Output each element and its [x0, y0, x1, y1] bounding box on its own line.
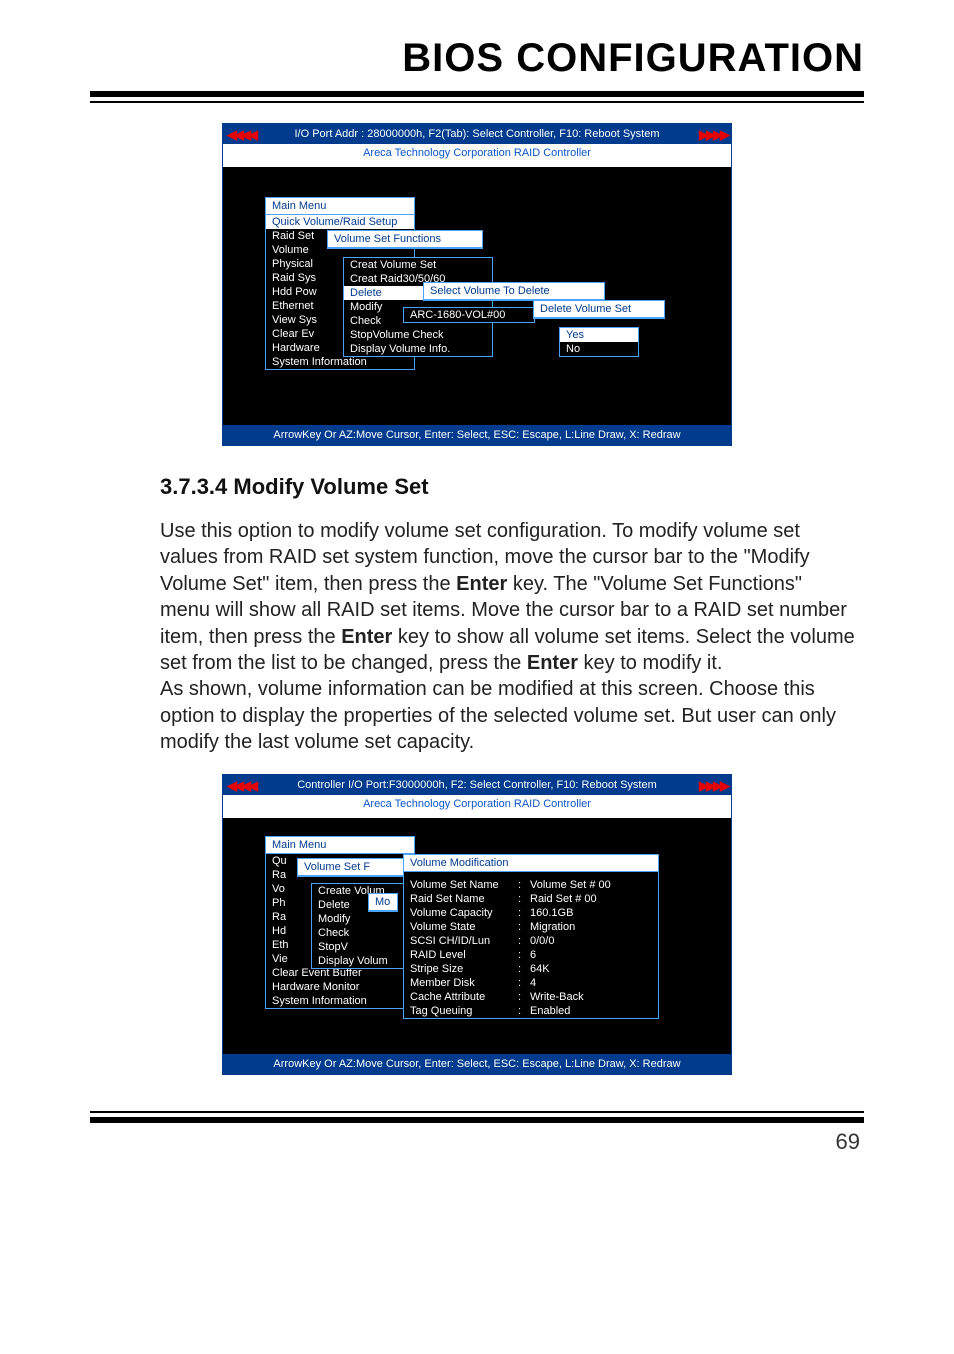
kv-value: Volume Set # 00: [530, 879, 611, 891]
delete-volume-window: Delete Volume Set: [533, 300, 665, 319]
vsf-list-window: Create Volum Delete Modify Check StopV D…: [311, 883, 417, 969]
page-title: BIOS CONFIGURATION: [90, 30, 864, 89]
menu-item[interactable]: Quick Volume/Raid Setup: [266, 215, 414, 229]
kv-key: Member Disk: [410, 977, 518, 989]
enter-key: Enter: [341, 626, 392, 648]
kv-row: Volume Set Name:Volume Set # 00: [404, 878, 658, 892]
topbar-text: I/O Port Addr : 28000000h, F2(Tab): Sele…: [294, 128, 659, 140]
enter-key: Enter: [456, 573, 507, 595]
menu-item[interactable]: StopV: [312, 940, 416, 954]
mo-title: Mo: [369, 894, 397, 911]
text: key to modify it.: [578, 652, 723, 674]
vsf-title: Volume Set Functions: [328, 231, 482, 248]
footer-rule-thin: [90, 1111, 864, 1113]
kv-value: 6: [530, 949, 536, 961]
arrow-right-icon: ▶▶▶▶: [699, 778, 727, 794]
kv-row: Tag Queuing:Enabled: [404, 1004, 658, 1018]
select-volume-window: Select Volume To Delete: [423, 282, 605, 301]
screenshot-subtitle: Areca Technology Corporation RAID Contro…: [223, 795, 731, 818]
menu-item[interactable]: Modify: [312, 912, 416, 926]
kv-key: Volume State: [410, 921, 518, 933]
rule-thin: [90, 101, 864, 103]
menu-item[interactable]: System Information: [266, 355, 414, 369]
main-menu-title: Main Menu: [266, 198, 414, 215]
kv-value: Write-Back: [530, 991, 584, 1003]
confirm-window: Yes No: [559, 327, 639, 357]
arrow-left-icon: ◀◀◀◀: [227, 127, 255, 143]
kv-key: SCSI CH/ID/Lun: [410, 935, 518, 947]
kv-value: 160.1GB: [530, 907, 573, 919]
vsf-title: Volume Set F: [298, 859, 406, 876]
menu-item[interactable]: Display Volum: [312, 954, 416, 968]
kv-row: Raid Set Name:Raid Set # 00: [404, 892, 658, 906]
menu-item[interactable]: Create Volum: [312, 884, 416, 898]
menu-item[interactable]: Check: [312, 926, 416, 940]
menu-item[interactable]: Delete: [312, 898, 416, 912]
volume-set-functions-window: Volume Set F: [297, 858, 407, 877]
menu-item[interactable]: Creat Volume Set: [344, 258, 492, 272]
delete-volume-title: Delete Volume Set: [534, 301, 664, 318]
volume-item-window: ARC-1680-VOL#00: [403, 307, 535, 323]
kv-row: Member Disk:4: [404, 976, 658, 990]
menu-item[interactable]: Hardware Monitor: [266, 980, 414, 994]
kv-key: RAID Level: [410, 949, 518, 961]
body-paragraph-2: As shown, volume information can be modi…: [160, 676, 856, 755]
kv-key: Tag Queuing: [410, 1005, 518, 1017]
screenshot-subtitle: Areca Technology Corporation RAID Contro…: [223, 144, 731, 167]
kv-value: 4: [530, 977, 536, 989]
kv-key: Stripe Size: [410, 963, 518, 975]
kv-row: Volume Capacity:160.1GB: [404, 906, 658, 920]
screenshot-footer: ArrowKey Or AZ:Move Cursor, Enter: Selec…: [223, 425, 731, 445]
menu-item[interactable]: StopVolume Check: [344, 328, 492, 342]
section-heading: 3.7.3.4 Modify Volume Set: [160, 474, 864, 500]
kv-key: Volume Capacity: [410, 907, 518, 919]
bios-screenshot-modify: ◀◀◀◀ Controller I/O Port:F3000000h, F2: …: [222, 774, 732, 1075]
enter-key: Enter: [527, 652, 578, 674]
screenshot-topbar: ◀◀◀◀ Controller I/O Port:F3000000h, F2: …: [223, 775, 731, 795]
rule-thick: [90, 91, 864, 97]
screenshot-topbar: ◀◀◀◀ I/O Port Addr : 28000000h, F2(Tab):…: [223, 124, 731, 144]
kv-key: Raid Set Name: [410, 893, 518, 905]
kv-key: Volume Set Name: [410, 879, 518, 891]
kv-value: 64K: [530, 963, 550, 975]
volume-set-functions-window: Volume Set Functions: [327, 230, 483, 249]
page-number: 69: [90, 1123, 864, 1155]
body-paragraph-1: Use this option to modify volume set con…: [160, 518, 856, 676]
main-menu-title: Main Menu: [266, 837, 414, 854]
select-volume-title: Select Volume To Delete: [424, 283, 604, 300]
arrow-left-icon: ◀◀◀◀: [227, 778, 255, 794]
kv-row: Stripe Size:64K: [404, 962, 658, 976]
volume-item[interactable]: ARC-1680-VOL#00: [404, 308, 534, 322]
volume-modification-window: Volume Modification Volume Set Name:Volu…: [403, 854, 659, 1019]
kv-row: Volume State:Migration: [404, 920, 658, 934]
bios-screenshot-delete: ◀◀◀◀ I/O Port Addr : 28000000h, F2(Tab):…: [222, 123, 732, 446]
kv-row: RAID Level:6: [404, 948, 658, 962]
menu-item[interactable]: System Information: [266, 994, 414, 1008]
volume-modification-title: Volume Modification: [404, 855, 658, 872]
confirm-yes[interactable]: Yes: [560, 328, 638, 342]
mo-window: Mo: [368, 893, 398, 912]
topbar-text: Controller I/O Port:F3000000h, F2: Selec…: [297, 779, 657, 791]
kv-value: 0/0/0: [530, 935, 554, 947]
kv-key: Cache Attribute: [410, 991, 518, 1003]
confirm-no[interactable]: No: [560, 342, 638, 356]
kv-value: Raid Set # 00: [530, 893, 597, 905]
kv-value: Enabled: [530, 1005, 570, 1017]
menu-item[interactable]: Display Volume Info.: [344, 342, 492, 356]
arrow-right-icon: ▶▶▶▶: [699, 127, 727, 143]
screenshot-footer: ArrowKey Or AZ:Move Cursor, Enter: Selec…: [223, 1054, 731, 1074]
kv-value: Migration: [530, 921, 575, 933]
kv-row: SCSI CH/ID/Lun:0/0/0: [404, 934, 658, 948]
kv-row: Cache Attribute:Write-Back: [404, 990, 658, 1004]
